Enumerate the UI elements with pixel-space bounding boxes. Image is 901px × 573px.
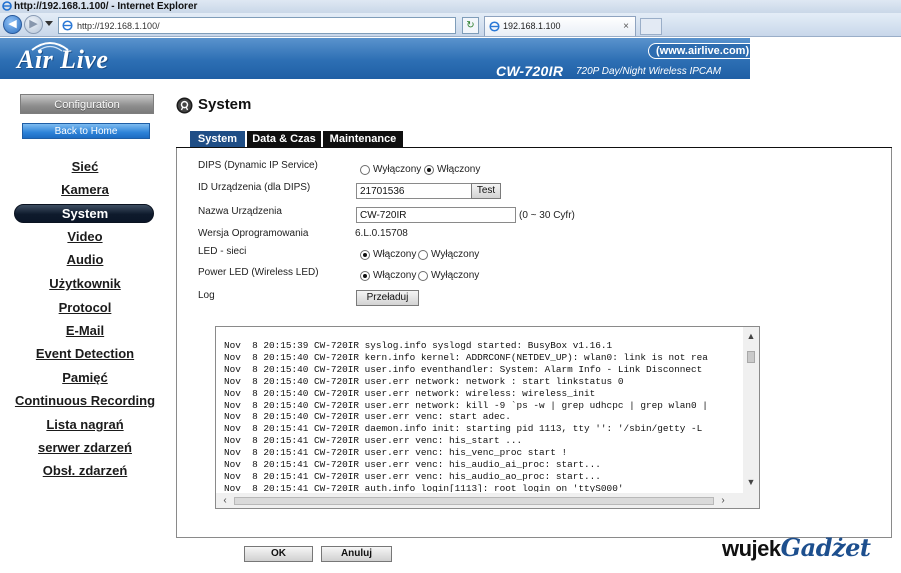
log-line: Nov 8 20:15:41 CW-720IR auth.info login[… xyxy=(224,482,624,492)
tab-system[interactable]: System xyxy=(190,131,245,148)
ie-icon xyxy=(2,1,12,11)
power-led-on-label: Włączony xyxy=(373,270,417,281)
led-network-on-label: Włączony xyxy=(373,249,417,260)
header-banner: Air Live (www.airlive.com) CW-720IR 720P… xyxy=(0,38,750,79)
window-titlebar: http://192.168.1.100/ - Internet Explore… xyxy=(0,0,901,13)
log-content: Nov 8 20:15:39 CW-720IR syslog.info sysl… xyxy=(224,340,744,492)
cancel-button[interactable]: Anuluj xyxy=(321,546,392,562)
dips-off-label: Wyłączony xyxy=(373,164,422,175)
sidebar-item-kamera[interactable]: Kamera xyxy=(0,182,170,198)
browser-toolbar: ◀ ▶ ↻ 192.168.1.100 × xyxy=(0,13,901,37)
log-line: Nov 8 20:15:40 CW-720IR user.info eventh… xyxy=(224,363,703,375)
close-icon[interactable]: × xyxy=(623,17,629,36)
led-network-off-label: Wyłączony xyxy=(431,249,480,260)
page-icon xyxy=(489,21,500,32)
page-title: System xyxy=(198,96,252,113)
tab-data-czas[interactable]: Data & Czas xyxy=(247,131,321,148)
led-network-off-radio[interactable] xyxy=(418,250,428,260)
browser-tab-title: 192.168.1.100 xyxy=(503,21,561,31)
configuration-button[interactable]: Configuration xyxy=(20,94,154,114)
scrollbar-corner xyxy=(743,493,759,508)
log-line: Nov 8 20:15:41 CW-720IR user.err venc: h… xyxy=(224,459,601,471)
firmware-label: Wersja Oprogramowania xyxy=(198,228,309,239)
sidebar-item-event-detection[interactable]: Event Detection xyxy=(0,346,170,362)
history-dropdown[interactable] xyxy=(45,21,53,26)
watermark: wujekGadżet xyxy=(722,533,871,562)
sidebar-item-siec[interactable]: Sieć xyxy=(0,159,170,175)
model-description: 720P Day/Night Wireless IPCAM xyxy=(576,66,722,77)
sidebar-item-video[interactable]: Video xyxy=(0,229,170,245)
log-line: Nov 8 20:15:40 CW-720IR user.err network… xyxy=(224,375,624,387)
site-url: (www.airlive.com) xyxy=(648,43,750,59)
led-network-label: LED - sieci xyxy=(198,246,247,257)
log-line: Nov 8 20:15:41 CW-720IR user.err venc: h… xyxy=(224,470,601,482)
scroll-right-icon[interactable]: › xyxy=(716,493,730,508)
led-network-on-radio[interactable] xyxy=(360,250,370,260)
forward-arrow-icon[interactable]: ▶ xyxy=(24,15,43,34)
log-line: Nov 8 20:15:39 CW-720IR syslog.info sysl… xyxy=(224,340,613,351)
refresh-icon[interactable]: ↻ xyxy=(462,17,479,34)
gear-icon xyxy=(176,97,193,114)
window-title: http://192.168.1.100/ - Internet Explore… xyxy=(14,1,198,12)
log-line: Nov 8 20:15:40 CW-720IR user.err venc: s… xyxy=(224,411,511,423)
address-bar[interactable] xyxy=(58,17,514,34)
back-arrow-icon[interactable]: ◀ xyxy=(3,15,22,34)
scroll-thumb-horizontal[interactable] xyxy=(234,497,714,505)
device-name-label: Nazwa Urządzenia xyxy=(198,206,282,217)
page-icon xyxy=(62,20,73,31)
watermark-part1: wujek xyxy=(722,536,781,561)
sidebar-item-obsl-zdarzen[interactable]: Obsł. zdarzeń xyxy=(0,463,170,479)
sidebar-item-lista-nagran[interactable]: Lista nagrań xyxy=(0,417,170,433)
log-line: Nov 8 20:15:40 CW-720IR user.err network… xyxy=(224,399,708,411)
model-name: CW-720IR xyxy=(496,63,564,79)
reload-log-button[interactable]: Przeładuj xyxy=(356,290,419,306)
log-line: Nov 8 20:15:41 CW-720IR daemon.info init… xyxy=(224,423,703,435)
device-id-label: ID Urządzenia (dla DIPS) xyxy=(198,182,311,193)
new-tab-button[interactable] xyxy=(640,18,662,35)
dips-on-label: Włączony xyxy=(437,164,481,175)
power-led-label: Power LED (Wireless LED) xyxy=(198,267,319,278)
firmware-version: 6.L.0.15708 xyxy=(355,228,408,239)
sidebar-item-uzytkownik[interactable]: Użytkownik xyxy=(0,276,170,292)
device-name-field[interactable] xyxy=(356,207,516,223)
sidebar-item-system[interactable]: System xyxy=(0,206,170,222)
watermark-part2: Gadżet xyxy=(780,533,871,562)
tab-maintenance[interactable]: Maintenance xyxy=(323,131,403,148)
log-vertical-scrollbar[interactable]: ▲ ▼ xyxy=(743,327,759,493)
sidebar-item-serwer-zdarzen[interactable]: serwer zdarzeń xyxy=(0,440,170,456)
log-horizontal-scrollbar[interactable]: ‹ › xyxy=(216,493,744,508)
sidebar-item-protocol[interactable]: Protocol xyxy=(0,300,170,316)
scroll-up-icon[interactable]: ▲ xyxy=(743,329,759,343)
brand-logo: Air Live xyxy=(17,45,109,74)
sidebar-item-continuous-recording[interactable]: Continuous Recording xyxy=(0,393,170,409)
dips-off-radio[interactable] xyxy=(360,165,370,175)
power-led-off-radio[interactable] xyxy=(418,271,428,281)
address-input[interactable] xyxy=(77,19,417,32)
log-textarea[interactable]: Nov 8 20:15:39 CW-720IR syslog.info sysl… xyxy=(215,326,760,509)
device-id-field[interactable] xyxy=(356,183,472,199)
sidebar-item-email[interactable]: E-Mail xyxy=(0,323,170,339)
back-to-home-button[interactable]: Back to Home xyxy=(22,123,150,139)
device-name-hint: (0 ~ 30 Cyfr) xyxy=(519,210,575,221)
test-button[interactable]: Test xyxy=(471,183,501,199)
browser-tab[interactable]: 192.168.1.100 × xyxy=(484,16,636,36)
scroll-thumb[interactable] xyxy=(747,351,755,363)
dips-on-radio[interactable] xyxy=(424,165,434,175)
log-line: Nov 8 20:15:40 CW-720IR user.err network… xyxy=(224,387,596,399)
ok-button[interactable]: OK xyxy=(244,546,313,562)
log-label: Log xyxy=(198,290,215,301)
log-line: Nov 8 20:15:40 CW-720IR kern.info kernel… xyxy=(224,351,708,363)
power-led-off-label: Wyłączony xyxy=(431,270,480,281)
power-led-on-radio[interactable] xyxy=(360,271,370,281)
sidebar-item-audio[interactable]: Audio xyxy=(0,252,170,268)
log-line: Nov 8 20:15:41 CW-720IR user.err venc: h… xyxy=(224,447,568,459)
scroll-left-icon[interactable]: ‹ xyxy=(218,493,232,508)
log-line: Nov 8 20:15:41 CW-720IR user.err venc: h… xyxy=(224,435,523,447)
dips-label: DIPS (Dynamic IP Service) xyxy=(198,160,318,171)
scroll-down-icon[interactable]: ▼ xyxy=(743,475,759,489)
sidebar-item-pamiec[interactable]: Pamięć xyxy=(0,370,170,386)
